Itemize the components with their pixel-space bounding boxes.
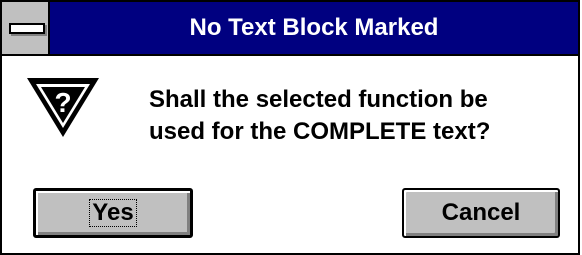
system-menu-button[interactable] (2, 2, 50, 54)
dialog-title: No Text Block Marked (189, 14, 439, 41)
title-bar[interactable]: No Text Block Marked (2, 2, 578, 56)
question-warning-icon: ? (27, 78, 99, 137)
yes-button[interactable]: Yes (33, 188, 193, 238)
message-line-1: Shall the selected function be (149, 86, 488, 113)
yes-button-label: Yes (89, 199, 137, 227)
cancel-button[interactable]: Cancel (402, 188, 560, 238)
dialog-message: Shall the selected function be used for … (149, 84, 490, 148)
system-menu-icon (9, 23, 45, 34)
dialog-window: No Text Block Marked ? Shall the selecte… (0, 0, 580, 255)
message-line-2: used for the COMPLETE text? (149, 118, 491, 145)
svg-text:?: ? (54, 87, 71, 118)
